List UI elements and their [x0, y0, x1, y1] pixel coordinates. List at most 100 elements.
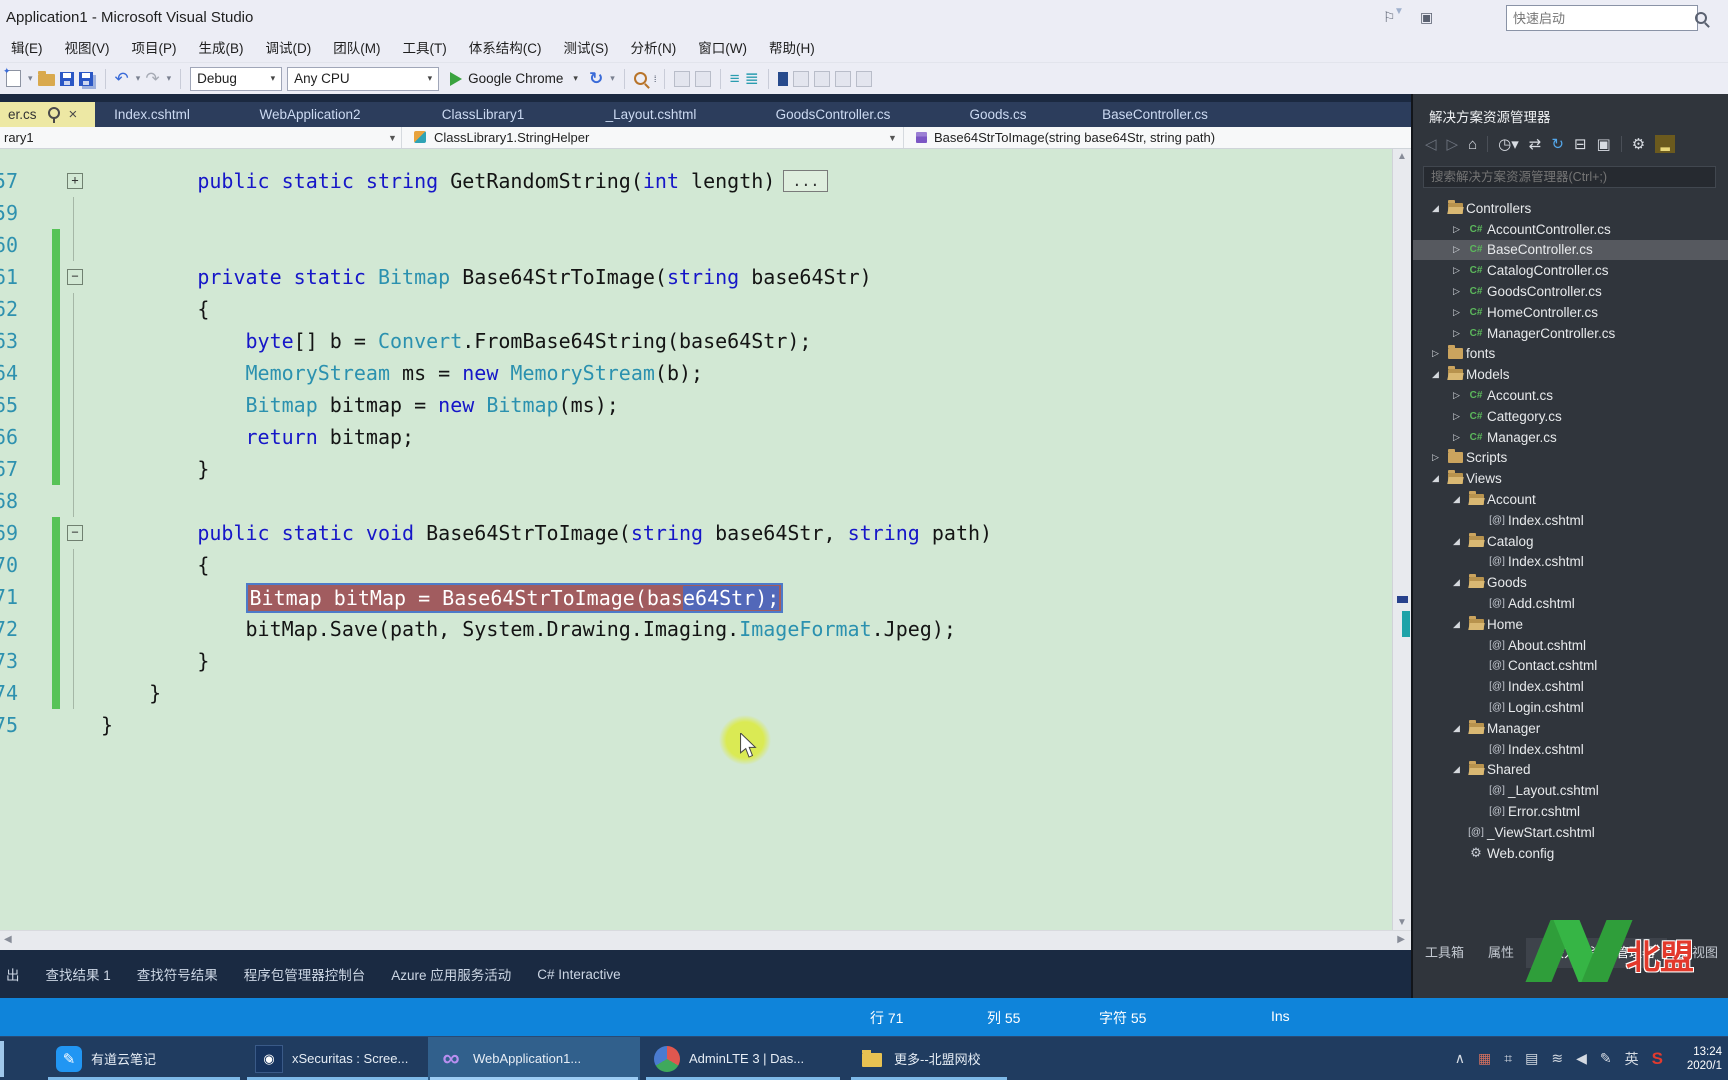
- code-line[interactable]: 75}: [0, 709, 1392, 741]
- collapsed-arrow-icon[interactable]: ▷: [1448, 224, 1465, 235]
- code-editor[interactable]: 57+ public static string GetRandomString…: [0, 149, 1392, 930]
- selected-statement[interactable]: Bitmap bitMap = Base64StrToImage(base64S…: [246, 583, 784, 613]
- code-line[interactable]: 60: [0, 229, 1392, 261]
- tree-item[interactable]: [@]_ViewStart.cshtml: [1413, 822, 1728, 843]
- horizontal-scrollbar[interactable]: ◀ ▶: [0, 930, 1411, 950]
- tree-item[interactable]: ▷C#BaseController.cs: [1413, 240, 1728, 261]
- platform-select[interactable]: Any CPU▾: [287, 67, 439, 91]
- code-text[interactable]: }: [101, 677, 161, 709]
- menu-item[interactable]: 辑(E): [0, 36, 54, 62]
- uncomment-icon[interactable]: [856, 71, 872, 87]
- panel-tab[interactable]: 查找结果 1: [46, 964, 111, 984]
- expanded-arrow-icon[interactable]: ◢: [1427, 369, 1444, 380]
- find-in-code-icon[interactable]: [634, 72, 647, 85]
- code-line[interactable]: 65 Bitmap bitmap = new Bitmap(ms);: [0, 389, 1392, 421]
- input-icon[interactable]: ⌗: [1504, 1050, 1512, 1067]
- tree-item[interactable]: ◢Views: [1413, 468, 1728, 489]
- type-dropdown[interactable]: ClassLibrary1.StringHelper ▼: [402, 127, 904, 148]
- collapsed-arrow-icon[interactable]: ▷: [1427, 348, 1444, 359]
- tree-item[interactable]: ▷Scripts: [1413, 448, 1728, 469]
- expanded-arrow-icon[interactable]: ◢: [1448, 536, 1465, 547]
- expanded-arrow-icon[interactable]: ◢: [1427, 473, 1444, 484]
- comment-icon[interactable]: [835, 71, 851, 87]
- battery-icon[interactable]: ▤: [1525, 1050, 1538, 1067]
- tool-window-tab[interactable]: 类视图: [1667, 938, 1728, 968]
- code-text[interactable]: private static Bitmap Base64StrToImage(s…: [101, 261, 872, 293]
- wifi-icon[interactable]: ≋: [1551, 1050, 1563, 1067]
- tree-item[interactable]: ▷fonts: [1413, 344, 1728, 365]
- code-line[interactable]: 71 Bitmap bitMap = Base64StrToImage(base…: [0, 581, 1392, 613]
- code-text[interactable]: public static void Base64StrToImage(stri…: [101, 517, 992, 549]
- prev-bookmark-icon[interactable]: [793, 71, 809, 87]
- code-text[interactable]: }: [101, 645, 209, 677]
- code-line[interactable]: 73 }: [0, 645, 1392, 677]
- decrease-indent-icon[interactable]: ≡: [730, 70, 740, 87]
- expanded-arrow-icon[interactable]: ◢: [1427, 203, 1444, 214]
- code-line[interactable]: 59: [0, 197, 1392, 229]
- menu-item[interactable]: 视图(V): [54, 36, 121, 62]
- grid-icon[interactable]: ▦: [1478, 1050, 1491, 1067]
- panel-tab[interactable]: Azure 应用服务活动: [391, 964, 511, 984]
- code-text[interactable]: {: [101, 549, 209, 581]
- tree-item[interactable]: ◢Controllers: [1413, 198, 1728, 219]
- menu-item[interactable]: 分析(N): [620, 36, 688, 62]
- volume-icon[interactable]: ◀: [1576, 1050, 1587, 1067]
- tree-item[interactable]: ◢Shared: [1413, 760, 1728, 781]
- code-line[interactable]: 62 {: [0, 293, 1392, 325]
- tab-document[interactable]: Index.cshtml: [114, 102, 190, 127]
- code-line[interactable]: 63 byte[] b = Convert.FromBase64String(b…: [0, 325, 1392, 357]
- tree-item[interactable]: [@]Contact.cshtml: [1413, 656, 1728, 677]
- tab-document[interactable]: Goods.cs: [969, 102, 1026, 127]
- collapsed-arrow-icon[interactable]: ▷: [1448, 244, 1465, 255]
- tab-document[interactable]: _Layout.cshtml: [606, 102, 697, 127]
- scroll-right-icon[interactable]: ▶: [1397, 934, 1405, 945]
- menu-item[interactable]: 项目(P): [121, 36, 188, 62]
- back-icon[interactable]: ◁: [1425, 135, 1437, 153]
- toolbar-overflow-icon[interactable]: ⁞⁞: [654, 74, 655, 84]
- menu-item[interactable]: 生成(B): [188, 36, 255, 62]
- code-text[interactable]: }: [101, 453, 209, 485]
- collapsed-arrow-icon[interactable]: ▷: [1448, 390, 1465, 401]
- code-line[interactable]: 68: [0, 485, 1392, 517]
- open-file-icon[interactable]: [38, 74, 55, 86]
- taskbar-clock[interactable]: 13:24 2020/1: [1676, 1045, 1722, 1073]
- collapsed-arrow-icon[interactable]: ▷: [1448, 432, 1465, 443]
- collapse-all-icon[interactable]: ⊟: [1574, 135, 1587, 153]
- save-all-icon[interactable]: [79, 72, 93, 86]
- start-button-edge[interactable]: [0, 1041, 4, 1077]
- screen-icon[interactable]: ▣: [1420, 9, 1433, 26]
- collapsed-arrow-icon[interactable]: ▷: [1448, 328, 1465, 339]
- code-text[interactable]: MemoryStream ms = new MemoryStream(b);: [101, 357, 703, 389]
- tab-active-document[interactable]: er.cs ×: [0, 102, 95, 127]
- code-line[interactable]: 66 return bitmap;: [0, 421, 1392, 453]
- tree-item[interactable]: [@]Add.cshtml: [1413, 593, 1728, 614]
- tree-item[interactable]: ◢Account: [1413, 489, 1728, 510]
- code-line[interactable]: 64 MemoryStream ms = new MemoryStream(b)…: [0, 357, 1392, 389]
- member-dropdown[interactable]: Base64StrToImage(string base64Str, strin…: [904, 127, 1411, 148]
- sync-with-active-icon[interactable]: ⇄: [1529, 135, 1542, 153]
- taskbar-app[interactable]: ✎有道云笔记: [46, 1037, 242, 1080]
- code-line[interactable]: 69− public static void Base64StrToImage(…: [0, 517, 1392, 549]
- menu-item[interactable]: 帮助(H): [758, 36, 826, 62]
- code-line[interactable]: 67 }: [0, 453, 1392, 485]
- code-text[interactable]: bitMap.Save(path, System.Drawing.Imaging…: [101, 613, 956, 645]
- taskbar-app[interactable]: AdminLTE 3 | Das...: [644, 1037, 842, 1080]
- pending-changes-icon[interactable]: ◷▾: [1498, 135, 1519, 153]
- code-text[interactable]: {: [101, 293, 209, 325]
- tree-item[interactable]: [@]Index.cshtml: [1413, 510, 1728, 531]
- vertical-scrollbar[interactable]: ▲ ▼: [1392, 149, 1411, 930]
- wrench-icon[interactable]: ⚙: [1632, 135, 1645, 153]
- scroll-left-icon[interactable]: ◀: [4, 934, 12, 945]
- collapsed-arrow-icon[interactable]: ▷: [1448, 411, 1465, 422]
- tree-item[interactable]: ▷C#CatalogController.cs: [1413, 260, 1728, 281]
- navigate-forward-icon[interactable]: [695, 71, 711, 87]
- code-text[interactable]: Bitmap bitmap = new Bitmap(ms);: [101, 389, 619, 421]
- menu-item[interactable]: 体系结构(C): [458, 36, 553, 62]
- menu-item[interactable]: 工具(T): [392, 36, 458, 62]
- code-text[interactable]: public static string GetRandomString(int…: [101, 165, 828, 197]
- collapse-fold-icon[interactable]: −: [67, 525, 83, 541]
- tree-item[interactable]: [@]Login.cshtml: [1413, 697, 1728, 718]
- taskbar-app[interactable]: ◉xSecuritas : Scree...: [245, 1037, 443, 1080]
- code-line[interactable]: 61− private static Bitmap Base64StrToIma…: [0, 261, 1392, 293]
- tree-item[interactable]: ▷C#AccountController.cs: [1413, 219, 1728, 240]
